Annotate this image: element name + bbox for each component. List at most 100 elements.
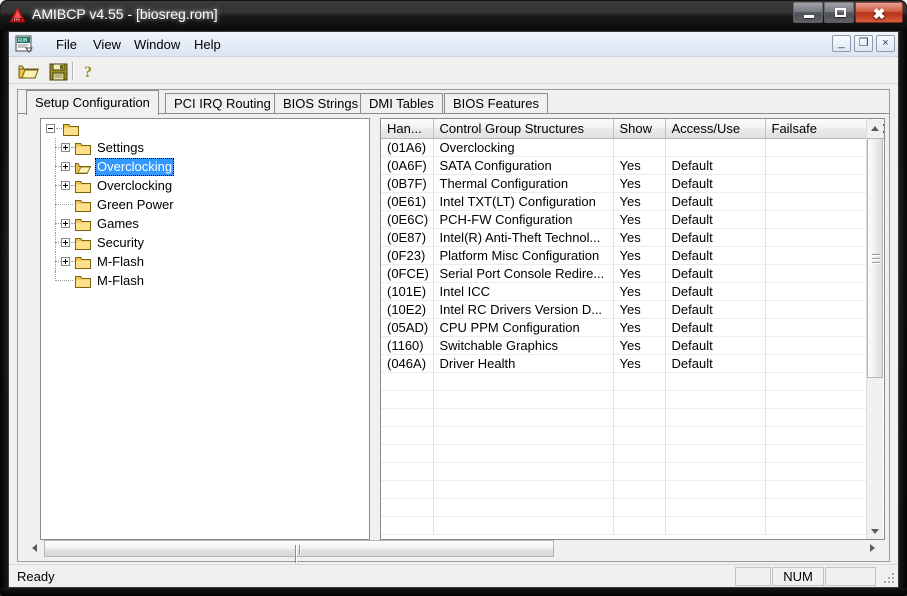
cell-handle: (0E61) [381, 192, 434, 211]
table-row-empty[interactable] [381, 426, 884, 445]
table-row-empty[interactable] [381, 480, 884, 499]
tree-node-m-flash[interactable]: M-Flash [41, 252, 369, 271]
cell-show: Yes [613, 282, 666, 301]
tree-node-green-power[interactable]: Green Power [41, 195, 369, 214]
structure-tree-pane[interactable]: Settings Overclocking Overclocking Green Po… [40, 118, 370, 540]
cell-empty [665, 408, 766, 427]
cell-show: Yes [613, 246, 666, 265]
cell-empty [665, 462, 766, 481]
scroll-right-button[interactable] [864, 540, 881, 557]
column-header-show[interactable]: Show [613, 119, 666, 139]
tab-bios-strings[interactable]: BIOS Strings [274, 93, 368, 114]
cell-handle: (05AD) [381, 318, 434, 337]
tree-node-overclocking[interactable]: Overclocking [41, 176, 369, 195]
control-group-list-pane[interactable]: Han... Control Group Structures Show Acc… [380, 118, 885, 540]
tree-node-security[interactable]: Security [41, 233, 369, 252]
column-header-handle[interactable]: Han... [381, 119, 434, 139]
cell-empty [433, 426, 614, 445]
cell-empty [765, 408, 871, 427]
tree-expander-minus[interactable] [46, 124, 55, 133]
maximize-button[interactable] [824, 2, 854, 23]
table-row[interactable]: (0E6C) PCH-FW Configuration Yes Default [381, 210, 884, 229]
list-vertical-scrollbar[interactable] [866, 120, 883, 539]
table-row[interactable]: (101E) Intel ICC Yes Default [381, 282, 884, 301]
open-file-button[interactable] [17, 60, 40, 82]
minimize-button[interactable] [793, 2, 823, 23]
menu-view[interactable]: View [88, 36, 126, 53]
rom-document-icon[interactable]: ROM [15, 35, 34, 53]
cell-name: Intel ICC [433, 282, 614, 301]
tree-expander-plus[interactable] [61, 143, 70, 152]
tree-expander-plus[interactable] [61, 219, 70, 228]
table-row[interactable]: (01A6) Overclocking [381, 138, 884, 157]
tree-node-games[interactable]: Games [41, 214, 369, 233]
table-row-empty[interactable] [381, 372, 884, 391]
table-row-empty[interactable] [381, 462, 884, 481]
table-row[interactable]: (0B7F) Thermal Configuration Yes Default [381, 174, 884, 193]
scroll-left-button[interactable] [26, 540, 43, 557]
table-row[interactable]: (05AD) CPU PPM Configuration Yes Default [381, 318, 884, 337]
close-button[interactable]: ✖ [855, 2, 903, 23]
menu-help[interactable]: Help [189, 36, 226, 53]
resize-grip-icon[interactable] [883, 572, 896, 585]
cell-access: Default [665, 318, 766, 337]
cell-empty [433, 444, 614, 463]
table-row[interactable]: (0FCE) Serial Port Console Redire... Yes De… [381, 264, 884, 283]
svg-text:ROM: ROM [18, 38, 27, 44]
column-header-structure[interactable]: Control Group Structures [433, 119, 614, 139]
table-row[interactable]: (10E2) Intel RC Drivers Version D... Yes De… [381, 300, 884, 319]
table-row-empty[interactable] [381, 444, 884, 463]
cell-show: Yes [613, 156, 666, 175]
mdi-minimize-button[interactable]: _ [832, 35, 851, 52]
tree-node-root[interactable] [41, 119, 369, 138]
tree-expander-plus[interactable] [61, 257, 70, 266]
tab-dmi-tables[interactable]: DMI Tables [360, 93, 443, 114]
open-folder-icon [18, 65, 39, 79]
menu-file[interactable]: File [51, 36, 82, 53]
toolbar-separator [72, 62, 74, 80]
cell-show [613, 138, 666, 157]
cell-handle: (0E87) [381, 228, 434, 247]
tree-expander-plus[interactable] [61, 181, 70, 190]
scroll-up-button[interactable] [867, 120, 883, 137]
mdi-close-button[interactable]: × [876, 35, 895, 52]
tree-expander-plus[interactable] [61, 162, 70, 171]
mdi-restore-button[interactable]: ❐ [854, 35, 873, 52]
cell-empty [765, 426, 871, 445]
pane-splitter[interactable] [371, 118, 379, 540]
table-row[interactable]: (046A) Driver Health Yes Default [381, 354, 884, 373]
tree-node-m-flash[interactable]: M-Flash [41, 271, 369, 290]
tree-node-settings[interactable]: Settings [41, 138, 369, 157]
table-row[interactable]: (1160) Switchable Graphics Yes Default [381, 336, 884, 355]
table-row-empty[interactable] [381, 408, 884, 427]
panel-horizontal-scrollbar[interactable] [26, 540, 881, 563]
scroll-down-button[interactable] [867, 523, 883, 539]
table-row[interactable]: (0A6F) SATA Configuration Yes Default [381, 156, 884, 175]
tree-expander-plus[interactable] [61, 238, 70, 247]
table-row[interactable]: (0F23) Platform Misc Configuration Yes Defa… [381, 246, 884, 265]
table-row-empty[interactable] [381, 390, 884, 409]
status-indicator-1 [735, 567, 771, 586]
table-row-empty[interactable] [381, 498, 884, 517]
tab-bios-features[interactable]: BIOS Features [444, 93, 548, 114]
column-header-failsafe[interactable]: Failsafe [765, 119, 871, 139]
tree-node-overclocking[interactable]: Overclocking [41, 157, 369, 176]
cell-show: Yes [613, 354, 666, 373]
horizontal-scroll-thumb[interactable] [44, 540, 554, 563]
tab-strip: Setup Configuration PCI IRQ Routing BIOS… [18, 90, 889, 115]
cell-empty [381, 462, 434, 481]
vertical-scroll-thumb[interactable] [867, 138, 883, 378]
tab-setup-configuration[interactable]: Setup Configuration [26, 90, 159, 115]
tab-pci-irq-routing[interactable]: PCI IRQ Routing [165, 93, 280, 114]
menu-window[interactable]: Window [129, 36, 185, 53]
table-row[interactable]: (0E61) Intel TXT(LT) Configuration Yes Defa… [381, 192, 884, 211]
table-row-empty[interactable] [381, 516, 884, 535]
cell-handle: (0A6F) [381, 156, 434, 175]
save-file-button[interactable] [47, 60, 70, 82]
cell-empty [381, 444, 434, 463]
application-window: AMIBCP v4.55 - [biosreg.rom] ✖ ROM File … [0, 0, 907, 596]
table-row[interactable]: (0E87) Intel(R) Anti-Theft Technol... Yes D… [381, 228, 884, 247]
help-button[interactable]: ? [79, 60, 102, 82]
scroll-grip-icon [872, 254, 880, 264]
column-header-access[interactable]: Access/Use [665, 119, 766, 139]
